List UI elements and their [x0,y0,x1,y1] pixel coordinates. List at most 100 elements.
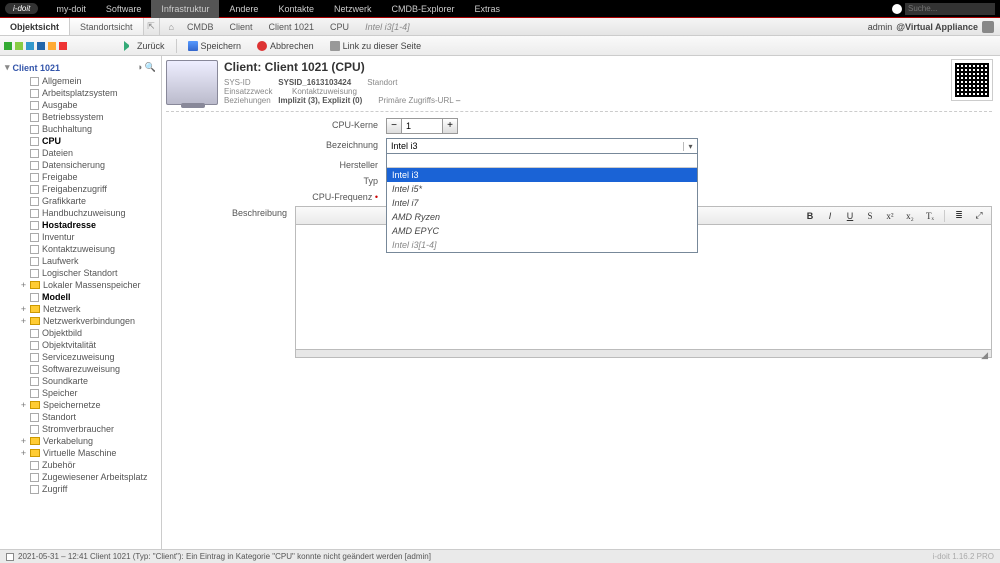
crumb-cmdb[interactable]: CMDB [180,19,221,35]
mini-icon-2[interactable] [15,42,23,50]
tree-item-speichernetze[interactable]: +Speichernetze [2,399,159,411]
cpu-kerne-stepper[interactable]: − + [386,118,458,134]
dropdown-search[interactable] [387,154,697,168]
crumb-cpu[interactable]: CPU [323,19,356,35]
tree-item-datensicherung[interactable]: Datensicherung [2,159,159,171]
rte-bold[interactable]: B [802,209,818,223]
nav-infrastruktur[interactable]: Infrastruktur [151,0,219,18]
tree-item-laufwerk[interactable]: Laufwerk [2,255,159,267]
expand-icon[interactable]: + [20,448,27,458]
tree-item-kontaktzuweisung[interactable]: Kontaktzuweisung [2,243,159,255]
tree-item-stromverbraucher[interactable]: Stromverbraucher [2,423,159,435]
tree-item-hostadresse[interactable]: Hostadresse [2,219,159,231]
tree-util-icons[interactable]: ◑ 🔍 [137,62,156,73]
rte-sup[interactable]: x² [882,209,898,223]
dropdown-opt-intel-i5[interactable]: Intel i5* [387,182,697,196]
rte-strike[interactable]: S [862,209,878,223]
user-avatar-icon[interactable] [982,21,994,33]
tree-item-speicher[interactable]: Speicher [2,387,159,399]
nav-my-doit[interactable]: my-doit [46,0,96,18]
rte-italic[interactable]: I [822,209,838,223]
save-button[interactable]: Speichern [183,39,247,53]
cpu-kerne-input[interactable] [402,118,442,134]
tree-item-soundkarte[interactable]: Soundkarte [2,375,159,387]
home-icon[interactable]: ⌂ [165,22,178,32]
nav-cmdb-explorer[interactable]: CMDB-Explorer [381,0,464,18]
mini-icon-6[interactable] [59,42,67,50]
rte-sub[interactable]: x₂ [902,209,918,223]
logo[interactable]: i-doit [5,3,38,14]
tree-item-freigabe[interactable]: Freigabe [2,171,159,183]
nav-extras[interactable]: Extras [465,0,511,18]
stepper-minus[interactable]: − [386,118,402,134]
tree-item-dateien[interactable]: Dateien [2,147,159,159]
expand-icon[interactable]: + [20,316,27,326]
tab-standortsicht[interactable]: Standortsicht [70,18,144,35]
nav-netzwerk[interactable]: Netzwerk [324,0,382,18]
mini-icon-3[interactable] [26,42,34,50]
expand-icon[interactable]: + [20,304,27,314]
expand-icon[interactable]: + [20,436,27,446]
user-label: admin [868,22,893,32]
tree-item-logischer-standort[interactable]: Logischer Standort [2,267,159,279]
crumb-client1021[interactable]: Client 1021 [262,19,322,35]
tree-item-zubehör[interactable]: Zubehör [2,459,159,471]
tree-item-softwarezuweisung[interactable]: Softwarezuweisung [2,363,159,375]
tree-item-modell[interactable]: Modell [2,291,159,303]
dropdown-opt-amd-ryzen[interactable]: AMD Ryzen [387,210,697,224]
crumb-client[interactable]: Client [222,19,259,35]
tree-item-arbeitsplatzsystem[interactable]: Arbeitsplatzsystem [2,87,159,99]
expand-icon[interactable]: + [20,280,27,290]
tree-item-standort[interactable]: Standort [2,411,159,423]
tab-objektsicht[interactable]: Objektsicht [0,18,70,35]
tree-item-handbuchzuweisung[interactable]: Handbuchzuweisung [2,207,159,219]
popout-icon[interactable]: ⇱ [144,18,160,35]
rte-align[interactable]: ≣ [951,209,967,223]
tree-item-cpu[interactable]: CPU [2,135,159,147]
expand-icon[interactable]: + [20,400,27,410]
tree-item-objektvitalität[interactable]: Objektvitalität [2,339,159,351]
back-button[interactable]: Zurück [119,39,170,53]
tree-item-virtuelle-maschine[interactable]: +Virtuelle Maschine [2,447,159,459]
global-search-input[interactable] [905,3,995,15]
rte-underline[interactable]: U [842,209,858,223]
dropdown-opt-intel-i3[interactable]: Intel i3 [387,168,697,182]
status-bar: 2021-05-31 – 12:41 Client 1021 (Typ: "Cl… [0,549,1000,563]
tree-item-servicezuweisung[interactable]: Servicezuweisung [2,351,159,363]
tree-item-buchhaltung[interactable]: Buchhaltung [2,123,159,135]
nav-software[interactable]: Software [96,0,152,18]
tree-item-verkabelung[interactable]: +Verkabelung [2,435,159,447]
tree-item-allgemein[interactable]: Allgemein [2,75,159,87]
tree-item-ausgabe[interactable]: Ausgabe [2,99,159,111]
permalink-button[interactable]: Link zu dieser Seite [325,39,427,53]
tree-item-netzwerkverbindungen[interactable]: +Netzwerkverbindungen [2,315,159,327]
tree-item-zugewiesener-arbeitsplatz[interactable]: Zugewiesener Arbeitsplatz [2,471,159,483]
tree-item-zugriff[interactable]: Zugriff [2,483,159,495]
bezeichnung-input[interactable] [387,139,683,153]
tree-item-freigabenzugriff[interactable]: Freigabenzugriff [2,183,159,195]
dropdown-opt-intel-i3-range[interactable]: Intel i3[1-4] [387,238,697,252]
rte-resize-handle[interactable]: ◢ [295,350,992,358]
rte-clear[interactable]: Tₓ [922,209,938,223]
tree-item-lokaler-massenspeicher[interactable]: +Lokaler Massenspeicher [2,279,159,291]
nav-andere[interactable]: Andere [219,0,268,18]
tree-item-netzwerk[interactable]: +Netzwerk [2,303,159,315]
chevron-down-icon[interactable]: ▾ [683,142,697,151]
tree-item-inventur[interactable]: Inventur [2,231,159,243]
mini-icon-4[interactable] [37,42,45,50]
tree-item-objektbild[interactable]: Objektbild [2,327,159,339]
tree-root[interactable]: ▾ Client 1021 ◑ 🔍 [2,60,159,75]
nav-kontakte[interactable]: Kontakte [268,0,324,18]
tree-item-betriebssystem[interactable]: Betriebssystem [2,111,159,123]
stepper-plus[interactable]: + [442,118,458,134]
tree-item-label: Betriebssystem [42,112,104,122]
cancel-button[interactable]: Abbrechen [252,39,319,53]
dropdown-opt-intel-i7[interactable]: Intel i7 [387,196,697,210]
mini-icon-1[interactable] [4,42,12,50]
collapse-icon[interactable]: ▾ [5,62,10,73]
rte-fullscreen[interactable]: ⤢ [971,209,987,223]
dropdown-opt-amd-epyc[interactable]: AMD EPYC [387,224,697,238]
tree-item-grafikkarte[interactable]: Grafikkarte [2,195,159,207]
bezeichnung-combo[interactable]: ▾ [386,138,698,154]
mini-icon-5[interactable] [48,42,56,50]
